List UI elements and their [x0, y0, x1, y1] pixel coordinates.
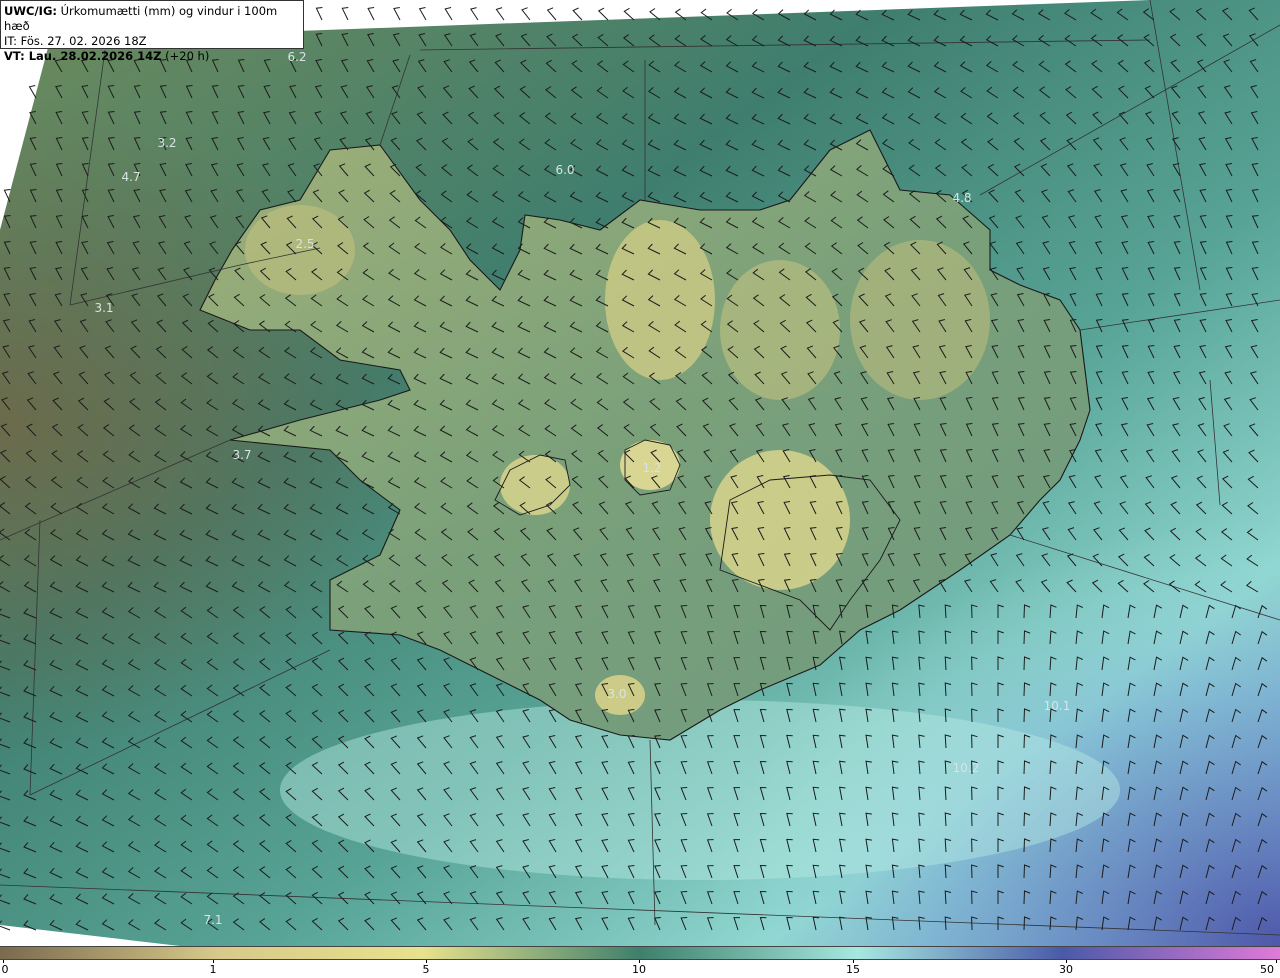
colorbar-legend: 0 1 5 10 15 30 50 — [0, 946, 1280, 978]
map-value-label: 3.7 — [232, 448, 252, 462]
map-value-label: 3.0 — [607, 687, 627, 701]
valid-time: VT: Lau. 28.02.2026 14Z — [4, 49, 162, 63]
map-value-label: 3.1 — [94, 301, 114, 315]
map-value-label: 2.5 — [295, 237, 315, 251]
colorbar-tick-label: 30 — [1059, 963, 1073, 976]
precipitation-map — [0, 0, 1280, 946]
vatnajokull-glacier — [710, 450, 850, 590]
langjokull-glacier — [500, 455, 570, 515]
colorbar-tick-label: 0 — [1, 963, 9, 976]
map-value-label: 10.2 — [952, 761, 980, 775]
colorbar-tick-label: 1 — [209, 963, 217, 976]
lead-time: (+20 h) — [165, 49, 210, 63]
colorbar-tick-label: 5 — [422, 963, 430, 976]
map-title-box: UWC/IG: Úrkomumætti (mm) og vindur i 100… — [0, 0, 304, 63]
map-value-label: 10.1 — [1043, 699, 1071, 713]
valid-line: VT: Lau. 28.02.2026 14Z (+20 h) — [4, 49, 300, 64]
map-value-label: 7.1 — [203, 913, 223, 927]
title-line: UWC/IG: Úrkomumætti (mm) og vindur i 100… — [4, 4, 300, 34]
map-value-label: 4.7 — [121, 170, 141, 184]
model-label: UWC/IG: — [4, 4, 57, 18]
highland-northeast — [720, 260, 840, 400]
colorbar-tickmark — [1276, 960, 1277, 963]
map-value-label: 4.8 — [952, 191, 972, 205]
map-value-label: 1.2 — [642, 461, 662, 475]
light-band — [280, 700, 1120, 880]
map-value-label: 6.0 — [555, 163, 575, 177]
map-value-label: 3.2 — [157, 136, 177, 150]
init-time: IT: Fös. 27. 02. 2026 18Z — [4, 34, 147, 48]
colorbar-tick-label: 10 — [632, 963, 646, 976]
highland-north — [605, 220, 715, 380]
map-stage: 6.2 3.2 4.7 6.0 4.8 2.5 3.1 3.7 1.2 3.0 … — [0, 0, 1280, 978]
colorbar-tick-label: 15 — [846, 963, 860, 976]
colorbar — [0, 946, 1280, 960]
colorbar-tick-label: 50 — [1260, 963, 1274, 976]
